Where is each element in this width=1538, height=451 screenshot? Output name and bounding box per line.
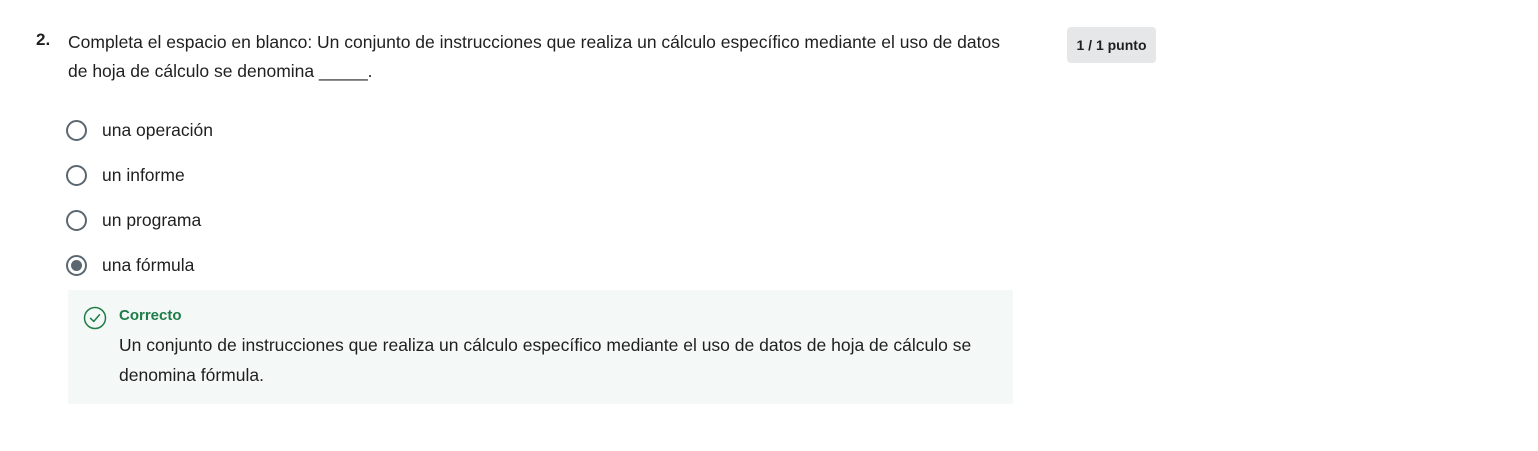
option-una-formula[interactable]: una fórmula <box>66 243 213 288</box>
option-label: una operación <box>102 120 213 140</box>
answer-options: una operación un informe un programa una… <box>66 108 213 288</box>
radio-button-selected[interactable] <box>66 255 87 276</box>
option-label: una fórmula <box>102 255 195 275</box>
radio-button[interactable] <box>66 165 87 186</box>
radio-button[interactable] <box>66 120 87 141</box>
option-un-programa[interactable]: un programa <box>66 198 213 243</box>
option-label: un informe <box>102 165 185 185</box>
score-badge: 1 / 1 punto <box>1067 27 1156 63</box>
radio-button[interactable] <box>66 210 87 231</box>
question-text: Completa el espacio en blanco: Un conjun… <box>68 32 1000 81</box>
feedback-text: Un conjunto de instrucciones que realiza… <box>119 335 972 385</box>
option-label: un programa <box>102 210 202 230</box>
feedback-panel: Correcto Un conjunto de instrucciones qu… <box>68 290 1013 404</box>
question-number: 2. <box>36 30 51 49</box>
option-una-operacion[interactable]: una operación <box>66 108 213 153</box>
check-circle-icon <box>83 306 107 330</box>
option-un-informe[interactable]: un informe <box>66 153 213 198</box>
radio-dot <box>71 260 82 271</box>
feedback-status: Correcto <box>119 307 182 324</box>
